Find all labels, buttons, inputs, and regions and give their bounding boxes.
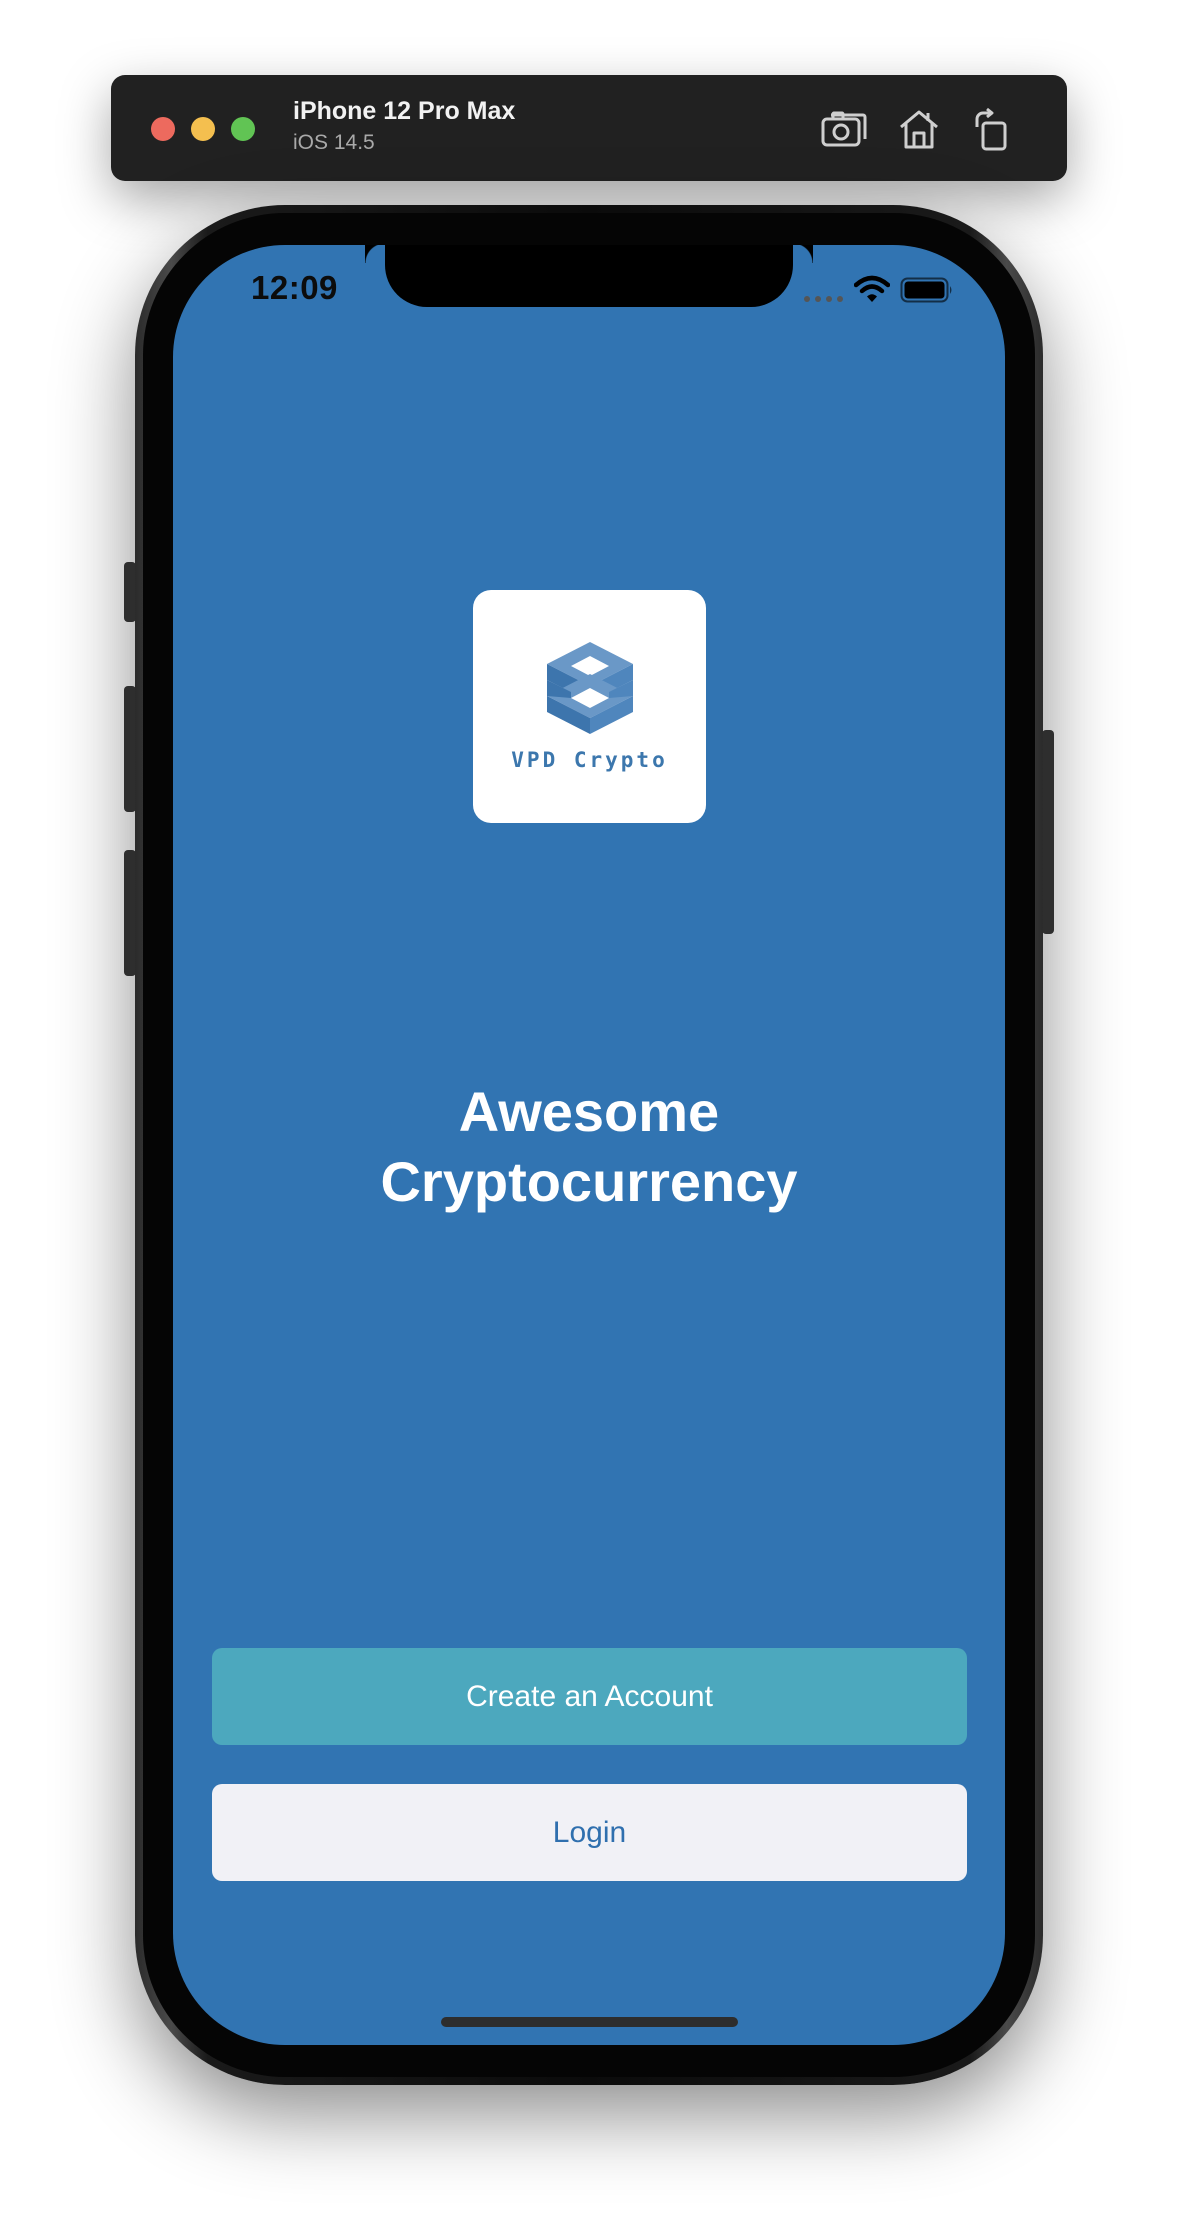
login-label: Login [552, 1815, 627, 1849]
simulator-toolbar: iPhone 12 Pro Max iOS 14.5 [111, 75, 1067, 181]
headline-line-1: Awesome [458, 1080, 720, 1143]
create-account-button[interactable]: Create an Account [212, 1648, 967, 1745]
home-icon[interactable] [895, 105, 943, 153]
headline-line-2: Cryptocurrency [380, 1150, 798, 1213]
app-screen: 12:09 VPD Crypto Awesome Cryptocurrency … [173, 245, 1005, 2045]
device-notch [385, 245, 813, 307]
cellular-signal-icon [804, 296, 843, 302]
simulator-device-name: iPhone 12 Pro Max [293, 97, 516, 125]
home-indicator[interactable] [441, 2017, 738, 2027]
close-window-button[interactable] [151, 117, 175, 141]
login-button[interactable]: Login [212, 1784, 967, 1881]
app-logo: VPD Crypto [473, 590, 706, 823]
wifi-icon [854, 275, 890, 302]
minimize-window-button[interactable] [191, 117, 215, 141]
isometric-cube-logo-icon [547, 642, 633, 734]
screenshot-icon[interactable] [819, 105, 867, 153]
zoom-window-button[interactable] [231, 117, 255, 141]
rotate-icon[interactable] [969, 105, 1017, 153]
battery-icon [900, 277, 952, 303]
power-button [1042, 730, 1054, 934]
headline: Awesome Cryptocurrency [173, 1077, 1005, 1217]
logo-wordmark: VPD Crypto [511, 748, 668, 772]
simulator-os-version: iOS 14.5 [293, 131, 375, 154]
status-bar-time: 12:09 [251, 269, 338, 306]
create-account-label: Create an Account [466, 1679, 713, 1713]
